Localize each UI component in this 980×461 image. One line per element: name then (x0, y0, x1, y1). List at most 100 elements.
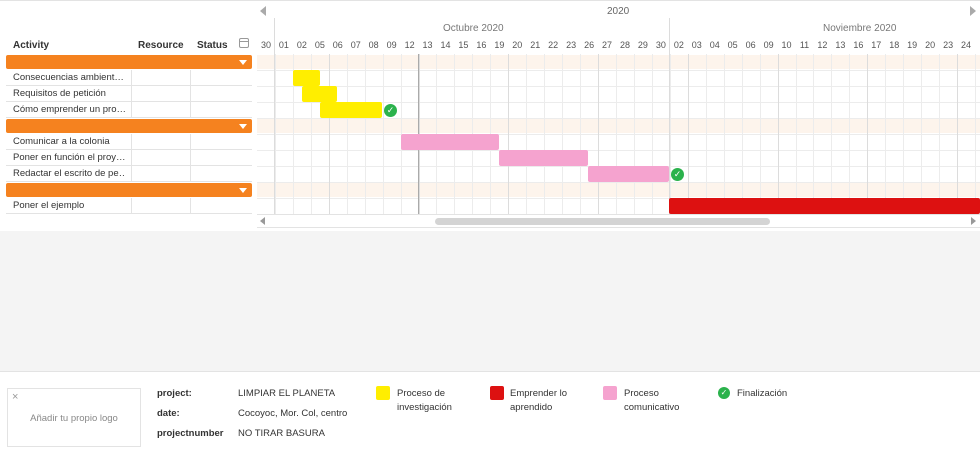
task-bar-poner-funcion[interactable] (499, 150, 588, 166)
scrollbar-right-arrow-icon[interactable] (971, 217, 976, 225)
task-bar-requisitos[interactable] (302, 86, 337, 102)
day-gridline (831, 54, 832, 214)
day-gridline (562, 54, 563, 214)
day-gridline (885, 54, 886, 214)
scrollbar-left-arrow-icon[interactable] (260, 217, 265, 225)
day-gridline (921, 54, 922, 214)
scrollbar-thumb[interactable] (435, 218, 770, 225)
group-row[interactable] (6, 55, 252, 69)
milestone-check-icon[interactable]: ✓ (671, 168, 684, 181)
month-label-october: Octubre 2020 (443, 23, 504, 34)
day-label: 13 (835, 40, 846, 50)
task-bar-redactar[interactable] (588, 166, 669, 182)
resource-cell[interactable] (132, 198, 191, 213)
scroll-left-arrow-icon[interactable] (260, 6, 266, 16)
chevron-down-icon[interactable] (239, 124, 247, 129)
activity-cell[interactable]: Comunicar a la colonia (6, 134, 132, 149)
group-row[interactable] (6, 183, 252, 197)
day-gridline (580, 54, 581, 214)
task-row[interactable]: Consecuencias ambient… (6, 70, 252, 86)
day-gridline (849, 54, 850, 214)
day-label: 03 (691, 40, 702, 50)
day-gridline (724, 54, 725, 214)
legend-swatch-emprender (490, 386, 504, 400)
status-header[interactable]: Status (197, 40, 228, 51)
day-label: 18 (889, 40, 900, 50)
day-label: 13 (422, 40, 433, 50)
day-label: 08 (368, 40, 379, 50)
resource-cell[interactable] (132, 166, 191, 181)
resource-cell[interactable] (132, 150, 191, 165)
activity-cell[interactable]: Poner el ejemplo (6, 198, 132, 213)
scroll-right-arrow-icon[interactable] (970, 6, 976, 16)
day-label: 09 (386, 40, 397, 50)
horizontal-scrollbar[interactable] (257, 214, 980, 228)
task-bar-emprender[interactable] (320, 102, 382, 118)
date-label: date: (157, 408, 180, 419)
project-info-panel: × Añadir tu propio logo project: LIMPIAR… (0, 371, 980, 461)
task-row[interactable]: Redactar el escrito de pe… (6, 166, 252, 182)
day-label: 06 (745, 40, 756, 50)
month-divider (274, 18, 275, 214)
day-gridline (329, 54, 330, 214)
day-gridline (275, 54, 276, 214)
task-row[interactable]: Requisitos de petición (6, 86, 252, 102)
legend-label-emprender: Emprender lo aprendido (510, 388, 568, 413)
date-value: Cocoyoc, Mor. Col, centro (238, 408, 348, 419)
day-gridline (742, 54, 743, 214)
gantt-app: Activity Resource Status Consecuencias a… (0, 0, 980, 461)
chevron-down-icon[interactable] (239, 60, 247, 65)
gantt-chart: Activity Resource Status Consecuencias a… (0, 0, 980, 231)
resource-header[interactable]: Resource (138, 40, 184, 51)
resource-cell[interactable] (132, 70, 191, 85)
activity-cell[interactable]: Cómo emprender un pro… (6, 102, 132, 117)
legend-label-comunicativo: Proceso comunicativo (624, 388, 680, 413)
day-label: 20 (925, 40, 936, 50)
project-value: LIMPIAR EL PLANETA (238, 388, 336, 399)
task-bar-consecuencias[interactable] (293, 70, 320, 86)
day-gridline (796, 54, 797, 214)
logo-upload-box[interactable]: × Añadir tu propio logo (7, 388, 141, 447)
activity-header[interactable]: Activity (13, 40, 49, 51)
milestone-check-icon[interactable]: ✓ (384, 104, 397, 117)
day-gridline (957, 54, 958, 214)
resource-cell[interactable] (132, 102, 191, 117)
activity-cell[interactable]: Requisitos de petición (6, 86, 132, 101)
chevron-down-icon[interactable] (239, 188, 247, 193)
day-gridline (939, 54, 940, 214)
day-label: 09 (763, 40, 774, 50)
legend-swatch-comunicativo (603, 386, 617, 400)
task-row[interactable]: Poner el ejemplo (6, 198, 252, 214)
day-label: 01 (278, 40, 289, 50)
task-label: Consecuencias ambient… (13, 72, 124, 83)
task-row[interactable]: Comunicar a la colonia (6, 134, 252, 150)
day-gridline (813, 54, 814, 214)
day-gridline (975, 54, 976, 214)
task-bar-poner-ejemplo[interactable] (669, 198, 980, 214)
resource-cell[interactable] (132, 134, 191, 149)
day-label: 16 (853, 40, 864, 50)
task-bar-comunicar[interactable] (401, 134, 499, 150)
day-gridline (867, 54, 868, 214)
close-icon[interactable]: × (12, 391, 18, 403)
day-label: 21 (530, 40, 541, 50)
task-row[interactable]: Cómo emprender un pro… (6, 102, 252, 118)
resource-cell[interactable] (132, 86, 191, 101)
day-label: 02 (673, 40, 684, 50)
calendar-icon[interactable] (239, 38, 249, 48)
activity-cell[interactable]: Poner en función el proy… (6, 150, 132, 165)
day-label: 10 (781, 40, 792, 50)
day-gridline (544, 54, 545, 214)
group-row[interactable] (6, 119, 252, 133)
logo-placeholder-text: Añadir tu propio logo (30, 413, 118, 424)
day-label: 02 (296, 40, 307, 50)
day-gridline (706, 54, 707, 214)
task-row[interactable]: Poner en función el proy… (6, 150, 252, 166)
projectnumber-label: projectnumber (157, 428, 224, 439)
day-label: 05 (314, 40, 325, 50)
day-label: 07 (350, 40, 361, 50)
day-label: 04 (709, 40, 720, 50)
activity-cell[interactable]: Consecuencias ambient… (6, 70, 132, 85)
activity-cell[interactable]: Redactar el escrito de pe… (6, 166, 132, 181)
day-label: 05 (727, 40, 738, 50)
